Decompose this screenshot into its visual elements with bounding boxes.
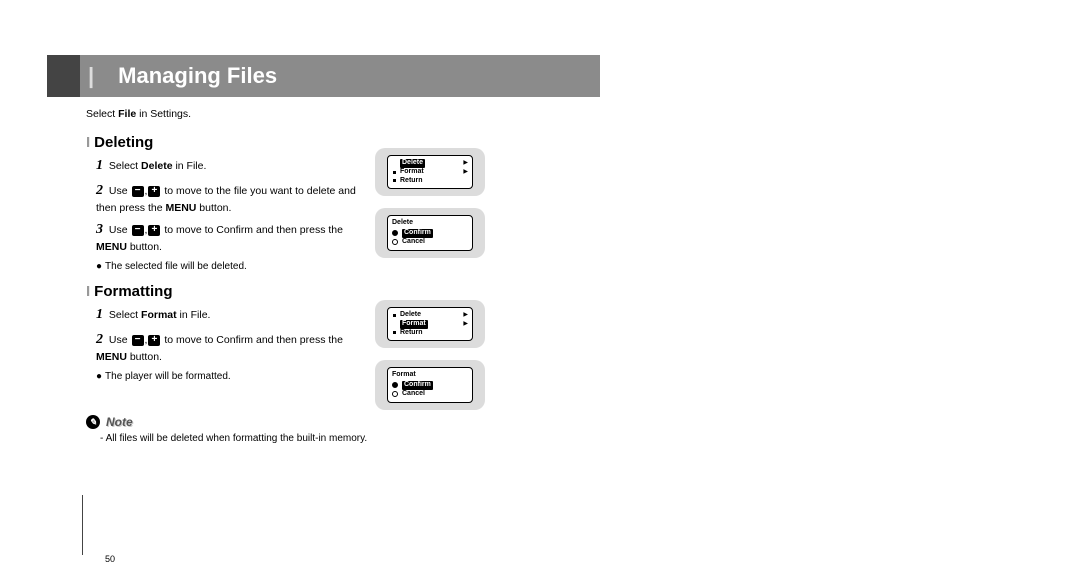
step-text: button. <box>127 351 162 363</box>
step-bold: MENU <box>96 241 127 253</box>
screen-frame: Delete ▶ Format ▶ Return <box>375 300 485 348</box>
screens-deleting: Delete ▶ Format ▶ Return Delete Confirm Ca… <box>375 148 485 270</box>
bullet-icon: ● <box>96 261 102 272</box>
step-text: Select <box>109 309 141 321</box>
step-text: Use <box>109 185 131 197</box>
confirm-option: Confirm <box>404 229 431 236</box>
deleting-step-3: 3 Use −,+ to move to Confirm and then pr… <box>96 221 356 254</box>
step-number: 2 <box>96 332 103 347</box>
step-text: to move to Confirm and then press the <box>164 224 343 236</box>
radio-empty-icon <box>392 391 398 397</box>
plus-icon: + <box>148 186 160 197</box>
menu-item-delete: Delete <box>400 311 421 320</box>
heading-text: Deleting <box>94 134 153 151</box>
menu-item-format: Format <box>400 168 424 177</box>
note-text-content: All files will be deleted when formattin… <box>106 433 368 444</box>
menu-item-return: Return <box>400 329 423 338</box>
note-heading: ✎ Note <box>86 414 600 430</box>
note-icon: ✎ <box>86 415 100 429</box>
minus-icon: − <box>132 335 144 346</box>
step-text: button. <box>127 241 162 253</box>
chevron-right-icon: ▶ <box>463 160 468 166</box>
step-text: to move to Confirm and then press the <box>164 334 343 346</box>
intro-post: in Settings. <box>136 108 191 120</box>
page-title: Managing Files <box>100 63 277 89</box>
deleting-step-2: 2 Use −,+ to move to the file you want t… <box>96 182 356 215</box>
chevron-right-icon: ▶ <box>463 169 468 175</box>
step-text: Use <box>109 224 131 236</box>
screens-formatting: Delete ▶ Format ▶ Return Format Confirm Ca… <box>375 300 485 422</box>
screen-frame: Format Confirm Cancel <box>375 360 485 409</box>
cancel-option: Cancel <box>402 390 425 399</box>
content-area: Select File in Settings. IDeleting 1 Sel… <box>80 97 600 445</box>
bullet-text: The selected file will be deleted. <box>105 261 247 272</box>
menu-item-delete: Delete <box>402 159 423 166</box>
step-number: 1 <box>96 307 103 322</box>
formatting-result: ●The player will be formatted. <box>96 370 600 384</box>
step-number: 1 <box>96 158 103 173</box>
step-bold: MENU <box>165 202 196 214</box>
step-number: 2 <box>96 183 103 198</box>
step-text: Use <box>109 334 131 346</box>
bullet-text: The player will be formatted. <box>105 371 231 382</box>
formatting-step-2: 2 Use −,+ to move to Confirm and then pr… <box>96 331 356 364</box>
cancel-option: Cancel <box>402 238 425 247</box>
screen-frame: Delete Confirm Cancel <box>375 208 485 257</box>
section-heading-formatting: IFormatting <box>86 282 600 302</box>
confirm-title: Delete <box>392 219 468 228</box>
note-block: ✎ Note - All files will be deleted when … <box>86 414 600 446</box>
bullet-icon: ● <box>96 371 102 382</box>
minus-icon: − <box>132 225 144 236</box>
note-label: Note <box>106 414 133 430</box>
step-text: button. <box>196 202 231 214</box>
deleting-result: ●The selected file will be deleted. <box>96 260 600 274</box>
intro-pre: Select <box>86 108 118 120</box>
chevron-right-icon: ▶ <box>463 321 468 327</box>
device-screen-confirm: Format Confirm Cancel <box>387 367 473 402</box>
device-screen-menu: Delete ▶ Format ▶ Return <box>387 307 473 341</box>
confirm-title: Format <box>392 371 468 380</box>
title-accent-block <box>47 55 80 97</box>
section-heading-deleting: IDeleting <box>86 133 600 153</box>
step-text: Select <box>109 160 141 172</box>
heading-text: Formatting <box>94 283 172 300</box>
plus-icon: + <box>148 335 160 346</box>
deleting-step-1: 1 Select Delete in File. <box>96 157 356 176</box>
intro-text: Select File in Settings. <box>86 107 600 121</box>
chevron-right-icon: ▶ <box>463 312 468 318</box>
step-number: 3 <box>96 222 103 237</box>
note-text: - All files will be deleted when formatt… <box>100 432 600 446</box>
formatting-step-1: 1 Select Format in File. <box>96 306 356 325</box>
radio-empty-icon <box>392 239 398 245</box>
minus-icon: − <box>132 186 144 197</box>
title-separator-icon: | <box>80 63 100 89</box>
menu-item-return: Return <box>400 177 423 186</box>
device-screen-confirm: Delete Confirm Cancel <box>387 215 473 250</box>
page-number: 50 <box>105 554 115 564</box>
step-bold: Delete <box>141 160 173 172</box>
screen-frame: Delete ▶ Format ▶ Return <box>375 148 485 196</box>
plus-icon: + <box>148 225 160 236</box>
heading-bar-icon: I <box>86 283 90 300</box>
manual-page: | Managing Files Select File in Settings… <box>80 55 600 445</box>
step-bold: MENU <box>96 351 127 363</box>
menu-item-format: Format <box>402 320 426 327</box>
radio-filled-icon <box>392 230 398 236</box>
radio-filled-icon <box>392 382 398 388</box>
title-bar: | Managing Files <box>80 55 600 97</box>
heading-bar-icon: I <box>86 134 90 151</box>
intro-bold: File <box>118 108 136 120</box>
step-bold: Format <box>141 309 177 321</box>
step-text: in File. <box>173 160 207 172</box>
confirm-option: Confirm <box>404 381 431 388</box>
device-screen-menu: Delete ▶ Format ▶ Return <box>387 155 473 189</box>
step-text: in File. <box>177 309 211 321</box>
page-gutter-rule <box>82 495 83 555</box>
